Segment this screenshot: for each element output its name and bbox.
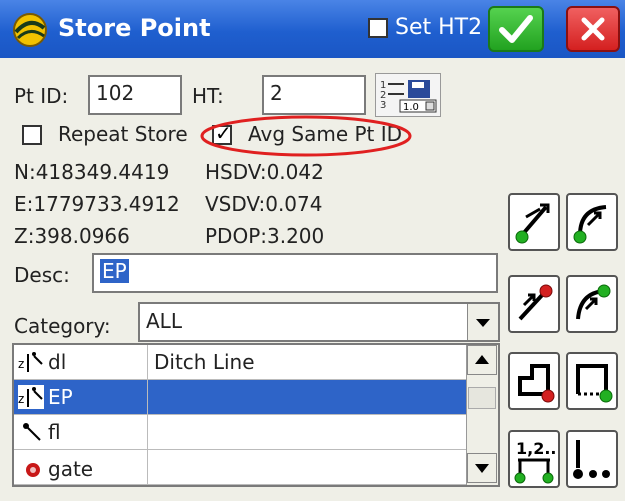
code-cell: fl (14, 415, 148, 449)
rectangle-icon (576, 364, 613, 403)
ok-button[interactable] (488, 6, 544, 52)
code-cell: gate (14, 450, 148, 484)
codes-table[interactable]: z dl Ditch Line z EP fl gate (12, 343, 500, 487)
start-curve-button[interactable] (566, 193, 618, 251)
repeat-store-checkbox[interactable] (22, 125, 42, 145)
code-label: dl (48, 350, 67, 374)
code-cell: z EP (14, 380, 148, 414)
close-polygon-icon (518, 364, 555, 403)
edge-pavement-icon: z (18, 385, 44, 409)
ht-options-button[interactable]: 1 2 3 1.0 (375, 73, 441, 117)
desc-input[interactable]: EP (92, 253, 498, 293)
table-row[interactable]: z dl Ditch Line (14, 345, 466, 380)
end-curve-button[interactable] (566, 275, 618, 333)
description-label: Ditch Line (154, 350, 255, 374)
code-cell: z dl (14, 345, 148, 379)
more-button[interactable] (566, 430, 618, 488)
start-curve-icon (573, 205, 607, 244)
annotation-ellipse (200, 115, 412, 157)
window-title: Store Point (58, 14, 211, 42)
ht-input[interactable]: 2 (262, 75, 366, 115)
svg-text:3: 3 (380, 100, 386, 111)
end-curve-icon (576, 284, 611, 320)
description-cell (148, 450, 466, 484)
end-line-button[interactable] (508, 275, 560, 333)
ht-label: HT: (192, 84, 224, 108)
close-polygon-button[interactable] (508, 352, 560, 410)
description-cell: Ditch Line (148, 345, 466, 379)
description-cell (148, 415, 466, 449)
set-ht2-label: Set HT2 (395, 15, 483, 40)
table-scrollbar[interactable] (466, 345, 498, 485)
ditch-line-icon: z (18, 352, 43, 372)
easting-readout: E:1779733.4912 (14, 192, 180, 216)
hsdv-readout: HSDV:0.042 (205, 160, 324, 184)
app-logo-icon (13, 13, 47, 47)
more-icon (573, 440, 610, 479)
svg-text:z: z (18, 392, 24, 406)
height-options-icon: 1 2 3 1.0 (380, 80, 437, 113)
elevation-readout: Z:398.0966 (14, 224, 130, 248)
gate-icon (26, 463, 40, 477)
code-label: EP (48, 385, 73, 409)
description-cell (148, 380, 466, 414)
close-icon (581, 17, 605, 41)
start-line-icon (515, 203, 550, 244)
code-label: fl (48, 420, 61, 444)
northing-readout: N:418349.4419 (14, 160, 170, 184)
sequence-points-icon: 1,2.. (514, 439, 557, 484)
table-row[interactable]: z EP (14, 380, 466, 415)
start-line-button[interactable] (508, 193, 560, 251)
end-line-icon (518, 284, 553, 321)
scroll-thumb[interactable] (468, 387, 496, 409)
category-label: Category: (14, 314, 111, 338)
sequence-points-button[interactable]: 1,2.. (508, 430, 560, 488)
check-icon (499, 15, 533, 43)
set-ht2-checkbox[interactable] (368, 18, 388, 38)
code-label: gate (48, 457, 94, 481)
desc-value: EP (100, 259, 129, 283)
flow-line-icon (23, 423, 41, 441)
table-row[interactable]: fl (14, 415, 466, 450)
arrow-up-icon (475, 355, 489, 364)
title-bar: Store Point Set HT2 (0, 0, 625, 58)
category-dropdown-button[interactable] (467, 304, 498, 340)
vsdv-readout: VSDV:0.074 (205, 192, 323, 216)
chevron-down-icon (476, 319, 490, 327)
pt-id-label: Pt ID: (14, 84, 69, 108)
scroll-down-button[interactable] (467, 453, 497, 483)
svg-text:1,2..: 1,2.. (516, 439, 557, 458)
rectangle-button[interactable] (566, 352, 618, 410)
desc-label: Desc: (14, 263, 70, 287)
scroll-up-button[interactable] (467, 345, 497, 375)
close-button[interactable] (566, 6, 620, 52)
svg-text:z: z (18, 357, 24, 371)
arrow-down-icon (475, 464, 489, 473)
category-select[interactable]: ALL (138, 302, 500, 342)
pt-id-input[interactable]: 102 (88, 75, 182, 115)
table-row[interactable]: gate (14, 450, 466, 485)
pdop-readout: PDOP:3.200 (205, 224, 325, 248)
repeat-store-label: Repeat Store (58, 122, 188, 146)
category-value: ALL (146, 309, 182, 333)
